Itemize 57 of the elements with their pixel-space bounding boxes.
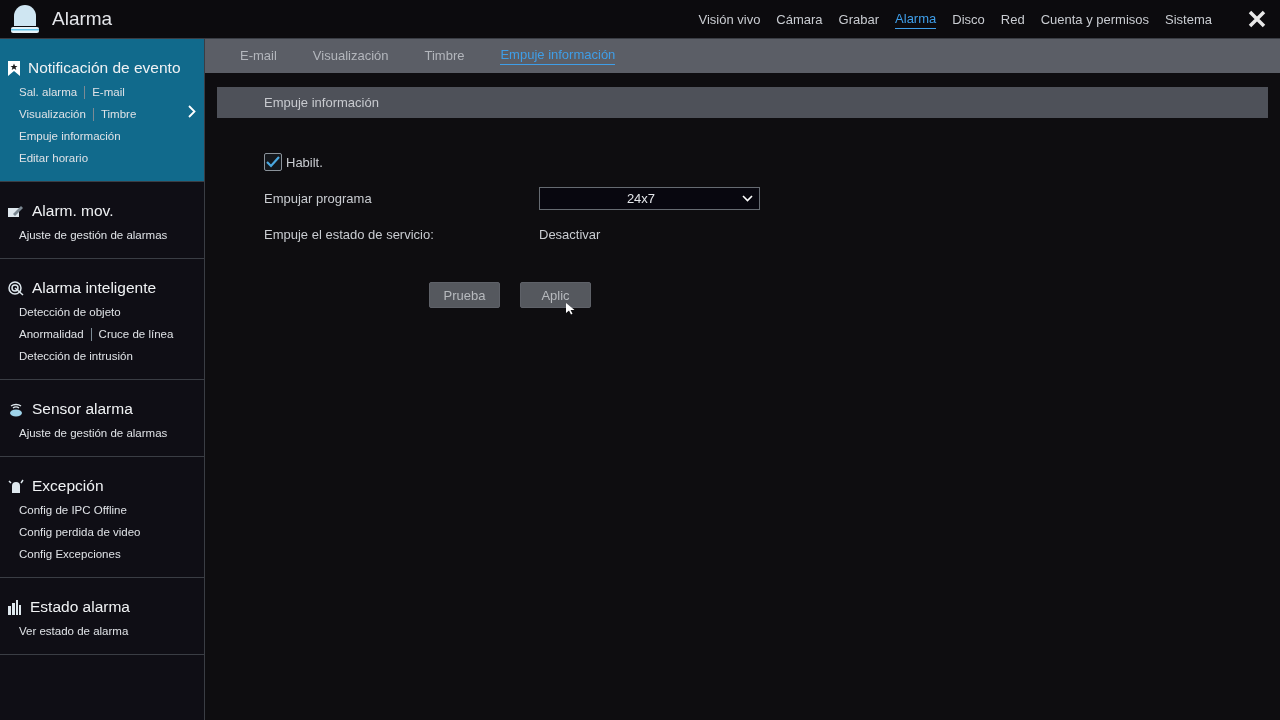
section-title: Alarm. mov. (32, 202, 114, 220)
sidebar-link[interactable]: Cruce de línea (98, 328, 174, 340)
nav-tab[interactable]: Visión vivo (698, 9, 761, 29)
close-icon[interactable] (1248, 10, 1266, 28)
nav-tab[interactable]: Red (1000, 9, 1025, 29)
chevron-right-icon (188, 105, 196, 118)
target-icon (8, 280, 24, 296)
field-label: Empujar programa (264, 190, 373, 206)
action-button[interactable]: Prueba (429, 282, 500, 308)
sidebar-section[interactable]: Alarm. mov. Ajuste de gestión de alarmas (0, 182, 204, 259)
sidebar-section[interactable]: Excepción Config de IPC Offline Config perdida de video Config Excepciones (0, 457, 204, 578)
sidebar-link[interactable]: Config de IPC Offline (19, 504, 127, 516)
sidebar-link[interactable]: Empuje información (19, 130, 121, 142)
section-title: Alarma inteligente (32, 279, 157, 297)
sidebar-link[interactable]: Ajuste de gestión de alarmas (19, 427, 168, 439)
nav-tab[interactable]: Cuenta y permisos (1040, 9, 1150, 29)
checkbox[interactable] (264, 153, 282, 171)
section-header: Empuje información (217, 87, 1268, 118)
mouse-cursor-icon (566, 303, 575, 315)
sidebar-link[interactable]: Detección de intrusión (19, 350, 133, 362)
nav-tab[interactable]: Alarma (895, 9, 937, 29)
sidebar-section[interactable]: Sensor alarma Ajuste de gestión de alarmas (0, 380, 204, 457)
sidebar-link[interactable]: Sal. alarma (19, 86, 78, 98)
app-title: Alarma (52, 8, 113, 30)
sidebar-link[interactable]: E-mail (92, 86, 125, 98)
sidebar-section[interactable]: Notificación de evento Sal. alarma E-mail Visualización Timbre Empuje información Editar horario (0, 39, 204, 182)
bar-chart-icon (8, 599, 22, 615)
bookmark-icon (8, 60, 20, 76)
sidebar-section[interactable]: Alarma inteligente Detección de objeto Anormalidad Cruce de línea Detección de intrusión (0, 259, 204, 380)
schedule-dropdown[interactable]: 24x7 (539, 186, 760, 210)
sidebar-link[interactable]: Timbre (100, 108, 137, 120)
chevron-down-icon (742, 194, 753, 202)
nav-tab[interactable]: Disco (952, 9, 985, 29)
sidebar-link[interactable]: Config Excepciones (19, 548, 121, 560)
section-title: Excepción (32, 477, 104, 495)
sidebar-link[interactable]: Anormalidad (19, 328, 84, 340)
sidebar-link[interactable]: Ajuste de gestión de alarmas (19, 229, 168, 241)
section-title: Sensor alarma (32, 400, 133, 418)
sensor-icon (8, 401, 24, 417)
pencil-paper-icon (8, 204, 24, 218)
status-value: Desactivar (539, 226, 602, 242)
siren-icon (8, 478, 24, 494)
sidebar-section[interactable]: Estado alarma Ver estado de alarma (0, 578, 204, 655)
sidebar-link[interactable]: Config perdida de video (19, 526, 141, 538)
checkbox-label: Habilt. (286, 154, 323, 170)
nav-tab[interactable]: Cámara (776, 9, 823, 29)
nav-tab[interactable]: Sistema (1165, 9, 1212, 29)
sidebar-link[interactable]: Ver estado de alarma (19, 625, 129, 637)
section-title: Notificación de evento (28, 59, 181, 77)
sidebar-link[interactable]: Editar horario (19, 152, 89, 164)
action-button[interactable]: Aplic (520, 282, 591, 308)
section-title: Estado alarma (30, 598, 130, 616)
field-label: Empuje el estado de servicio: (264, 226, 435, 242)
nav-tab[interactable]: Grabar (838, 9, 880, 29)
sidebar-link[interactable]: Detección de objeto (19, 306, 121, 318)
alarm-light-icon (8, 4, 42, 34)
sidebar-link[interactable]: Visualización (19, 108, 86, 120)
